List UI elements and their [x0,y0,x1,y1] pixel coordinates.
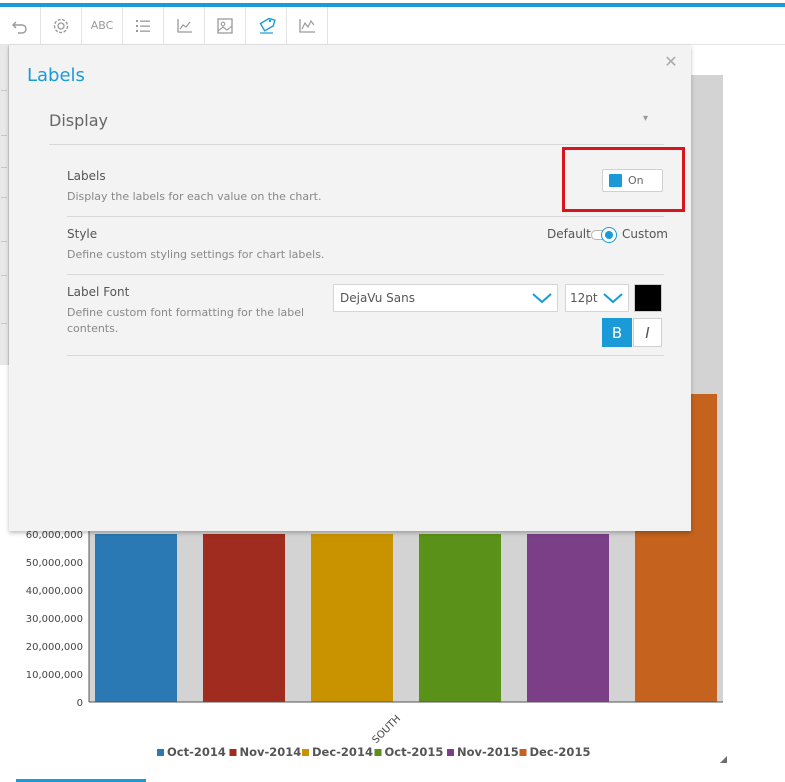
display-section-title[interactable]: Display [49,111,108,130]
legend-item[interactable]: Nov-2014 [229,745,302,759]
font-color-swatch[interactable] [634,284,662,312]
label-font-row-label: Label Font [67,285,130,299]
style-custom-option[interactable]: Custom [622,227,668,241]
dialog-title: Labels [27,65,85,86]
font-family-value: DejaVu Sans [340,291,415,305]
list-icon[interactable] [123,6,164,45]
x-tick-label: SOUTH [370,713,403,746]
labels-row-description: Display the labels for each value on the… [67,190,322,203]
resize-handle-icon[interactable] [718,754,728,764]
legend-swatch [157,749,164,756]
y-tick-label: 10,000,000 [26,670,83,681]
y-tick-label: 20,000,000 [26,642,83,653]
legend-swatch [229,749,237,756]
font-size-value: 12pt [570,291,598,305]
chevron-down-icon [532,293,552,304]
legend-label: Nov-2014 [240,745,302,759]
bar-dec-2014[interactable] [311,534,393,702]
trend-line-icon[interactable] [287,6,328,45]
abc-text-label: ABC [90,19,114,32]
legend-item[interactable]: Nov-2015 [447,745,519,759]
row-divider [67,355,664,356]
axes-icon[interactable] [164,6,205,45]
settings-gear-icon[interactable] [41,6,82,45]
chevron-down-icon[interactable]: ▾ [643,113,648,124]
toolbar: ABC [0,6,785,45]
y-tick-label: 30,000,000 [26,614,83,625]
legend-item[interactable]: Oct-2014 [157,745,226,759]
abc-text-icon[interactable]: ABC [82,6,123,45]
y-tick-label: 50,000,000 [26,558,83,569]
legend-swatch [447,749,454,756]
bar-nov-2014[interactable] [203,534,285,702]
style-switch-selected[interactable] [601,227,617,243]
legend-swatch [374,749,382,756]
highlight-box [562,147,685,212]
image-icon[interactable] [205,6,246,45]
italic-button[interactable]: I [633,318,662,347]
legend-label: Oct-2014 [167,745,226,759]
legend-label: Oct-2015 [385,745,444,759]
legend-item[interactable]: Dec-2014 [302,745,373,759]
y-tick-label: 40,000,000 [26,586,83,597]
y-tick-label: 0 [77,698,83,709]
bar-oct-2014[interactable] [95,534,177,702]
legend-label: Dec-2015 [530,745,591,759]
y-tick-label: 60,000,000 [26,530,83,541]
section-divider [49,144,664,145]
close-icon[interactable]: ✕ [663,53,679,71]
style-row-description: Define custom styling settings for chart… [67,248,325,261]
legend-label: Dec-2014 [312,745,373,759]
label-tag-icon[interactable] [246,6,287,45]
style-default-option[interactable]: Default [547,227,591,241]
row-divider [67,216,664,217]
label-font-row-description: Define custom font formatting for the la… [67,306,305,335]
row-divider [67,274,664,275]
font-family-select[interactable]: DejaVu Sans [333,284,558,312]
bar-oct-2015[interactable] [419,534,501,702]
chevron-down-icon [603,293,623,304]
undo-icon[interactable] [0,6,41,45]
labels-dialog: Labels ✕ Display ▾ Labels Display the la… [9,45,691,531]
legend-swatch [519,749,527,756]
legend-item[interactable]: Dec-2015 [519,745,591,759]
left-panel-strip [0,45,9,365]
style-row-label: Style [67,227,98,241]
bar-nov-2015[interactable] [527,534,609,702]
labels-row-label: Labels [67,169,106,183]
legend-label: Nov-2015 [457,745,519,759]
legend-swatch [302,749,309,756]
legend-item[interactable]: Oct-2015 [374,745,444,759]
bold-button[interactable]: B [602,318,632,347]
font-size-select[interactable]: 12pt [565,284,629,312]
